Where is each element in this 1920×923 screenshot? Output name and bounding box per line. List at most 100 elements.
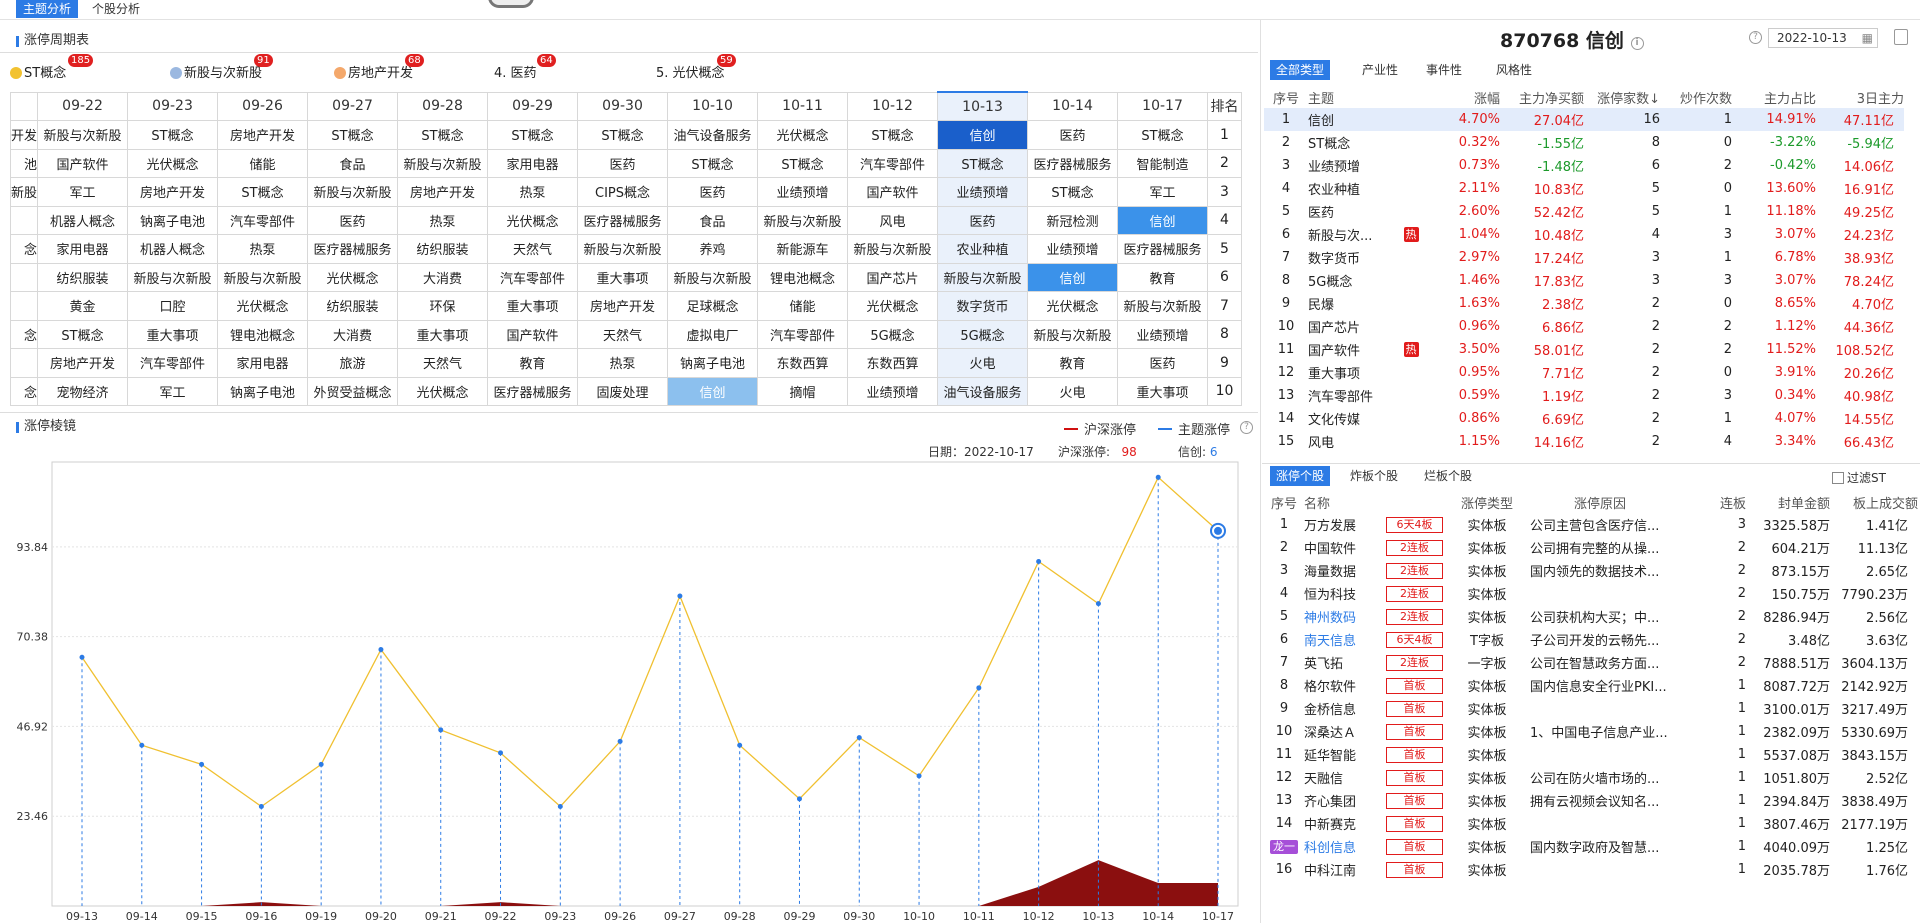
theme-cell[interactable]: 新股与次新股 [1027,319,1119,349]
stock-row[interactable]: 龙一 科创信息 首板 实体板 国内数字政府及智慧... 1 4040.09万 1.25亿 [1264,835,1918,858]
theme-name[interactable]: 重大事项 [1308,361,1390,384]
tab-theme-type[interactable]: 全部类型 [1270,60,1331,80]
theme-name[interactable]: 数字货币 [1308,246,1390,269]
theme-cell[interactable]: 医疗器械服务 [1027,148,1119,178]
theme-cell[interactable]: ST概念 [1027,177,1119,207]
stock-name[interactable]: 万方发展 [1304,513,1386,536]
theme-chip[interactable]: ST概念 185 [10,54,94,81]
limit-reason[interactable] [1524,743,1676,766]
stock-row[interactable]: 5 神州数码 2连板 实体板 公司获机构大买；中... 2 8286.94万 2.56亿 [1264,605,1918,628]
date-header[interactable]: 09-22 [37,91,129,121]
theme-name[interactable]: 新股与次... [1308,223,1390,246]
theme-cell[interactable]: 军工 [37,177,129,207]
theme-cell[interactable]: 汽车零部件 [127,348,219,378]
theme-cell[interactable]: 热泵 [577,348,669,378]
theme-cell[interactable]: 业绩预增 [1117,319,1209,349]
theme-cell[interactable]: ST概念 [757,148,849,178]
theme-name[interactable]: 国产芯片 [1308,315,1390,338]
theme-cell[interactable]: 医疗器械服务 [577,205,669,235]
date-header[interactable]: 10-10 [667,91,759,121]
column-header[interactable]: 名称 [1304,491,1386,513]
theme-name[interactable]: 农业种植 [1308,177,1390,200]
column-header[interactable]: 封单金额 [1746,491,1830,513]
theme-cell[interactable]: 新股与次新股 [667,262,759,292]
theme-cell[interactable]: ST概念 [847,120,939,150]
theme-cell[interactable]: CIPS概念 [577,177,669,207]
help-icon[interactable]: ? [1749,31,1762,44]
theme-cell[interactable]: 汽车零部件 [217,205,309,235]
column-header[interactable]: 主题 [1308,86,1390,108]
theme-name[interactable]: 国产软件 [1308,338,1390,361]
theme-cell[interactable]: 光伏概念 [217,291,309,321]
theme-cell[interactable]: 火电 [1027,376,1119,406]
stock-name[interactable]: 神州数码 [1304,605,1386,628]
tab-theme-type[interactable]: 风格性 [1496,60,1532,80]
theme-chip[interactable]: 4. 医药 64 [494,54,556,81]
theme-row[interactable]: 14 文化传媒 0.86% 6.69亿 2 1 4.07% 14.55亿 [1264,407,1904,430]
theme-cell[interactable]: 纺织服装 [307,291,399,321]
theme-cell[interactable]: 东数西算 [757,348,849,378]
theme-chip[interactable]: 房地产开发 68 [334,54,424,81]
theme-cell[interactable]: 环保 [397,291,489,321]
stock-row[interactable]: 6 南天信息 6天4板 T字板 子公司开发的云畅先... 2 3.48亿 3.63亿 [1264,628,1918,651]
theme-row[interactable]: 12 重大事项 0.95% 7.71亿 2 0 3.91% 20.26亿 [1264,361,1904,384]
theme-row[interactable]: 8 5G概念 1.46% 17.83亿 3 3 3.07% 78.24亿 [1264,269,1904,292]
stock-row[interactable]: 1 万方发展 6天4板 实体板 公司主营包含医疗信... 3 3325.58万 1.41亿 [1264,513,1918,536]
limit-reason[interactable]: 公司获机构大买；中... [1524,605,1676,628]
stock-name[interactable]: 恒为科技 [1304,582,1386,605]
theme-cell[interactable]: 国产软件 [847,177,939,207]
date-header[interactable]: 10-13 [937,91,1029,121]
stock-name[interactable]: 格尔软件 [1304,674,1386,697]
theme-cell[interactable]: 东数西算 [847,348,939,378]
theme-cell[interactable]: 新股与次新股 [847,234,939,264]
theme-cell[interactable]: 宠物经济 [37,376,129,406]
theme-cell[interactable]: 军工 [127,376,219,406]
stock-row[interactable]: 3 海量数据 2连板 实体板 国内领先的数据技术... 2 873.15万 2.65亿 [1264,559,1918,582]
theme-cell[interactable]: 新股与次新股 [937,262,1029,292]
legend-hs[interactable]: 沪深涨停 [1064,419,1136,438]
theme-chip[interactable]: 5. 光伏概念 59 [656,54,736,81]
theme-cell[interactable]: 新股与次新股 [757,205,849,235]
theme-cell[interactable]: ST概念 [37,319,129,349]
theme-row[interactable]: 13 汽车零部件 0.59% 1.19亿 2 3 0.34% 40.98亿 [1264,384,1904,407]
theme-cell[interactable]: 钠离子电池 [667,348,759,378]
info-icon[interactable]: i [1630,37,1644,50]
theme-cell[interactable]: 重大事项 [127,319,219,349]
theme-cell[interactable]: 光伏概念 [397,376,489,406]
theme-name[interactable]: 汽车零部件 [1308,384,1390,407]
theme-row[interactable]: 5 医药 2.60% 52.42亿 5 1 11.18% 49.25亿 [1264,200,1904,223]
stock-name[interactable]: 英飞拓 [1304,651,1386,674]
theme-cell[interactable]: 旅游 [307,348,399,378]
column-header[interactable]: 3日主力 [1816,86,1904,108]
theme-row[interactable]: 10 国产芯片 0.96% 6.86亿 2 2 1.12% 44.36亿 [1264,315,1904,338]
date-header[interactable]: 09-27 [307,91,399,121]
column-header[interactable]: 板上成交额 [1830,491,1918,513]
theme-cell[interactable]: 国产软件 [37,148,129,178]
theme-cell[interactable]: 信创 [937,120,1029,150]
date-picker[interactable]: 2022-10-13 ▦ [1768,28,1878,48]
theme-cell[interactable]: 重大事项 [487,291,579,321]
theme-cell[interactable]: 热泵 [217,234,309,264]
theme-name[interactable]: ST概念 [1308,131,1390,154]
theme-cell[interactable]: 大消费 [397,262,489,292]
theme-name[interactable]: 医药 [1308,200,1390,223]
theme-cell[interactable]: 新股与次新股 [37,120,129,150]
theme-cell[interactable]: ST概念 [397,120,489,150]
theme-cell[interactable]: 信创 [1027,262,1119,292]
theme-cell[interactable]: 房地产开发 [577,291,669,321]
theme-cell[interactable]: 房地产开发 [217,120,309,150]
theme-cell[interactable]: 钠离子电池 [127,205,219,235]
stock-name[interactable]: 中国软件 [1304,536,1386,559]
theme-cell[interactable]: 教育 [1027,348,1119,378]
theme-cell[interactable]: 军工 [1117,177,1209,207]
help-icon[interactable]: ? [1240,418,1253,434]
theme-cell[interactable]: 光伏概念 [307,262,399,292]
theme-cell[interactable]: 锂电池概念 [217,319,309,349]
export-icon[interactable] [1894,29,1908,45]
column-header[interactable]: 涨停原因 [1524,491,1676,513]
theme-cell[interactable]: 固废处理 [577,376,669,406]
theme-cell[interactable]: 新能源车 [757,234,849,264]
stock-name[interactable]: 深桑达Ａ [1304,720,1386,743]
limit-reason[interactable]: 公司拥有完整的从操... [1524,536,1676,559]
theme-cell[interactable]: 光伏概念 [847,291,939,321]
